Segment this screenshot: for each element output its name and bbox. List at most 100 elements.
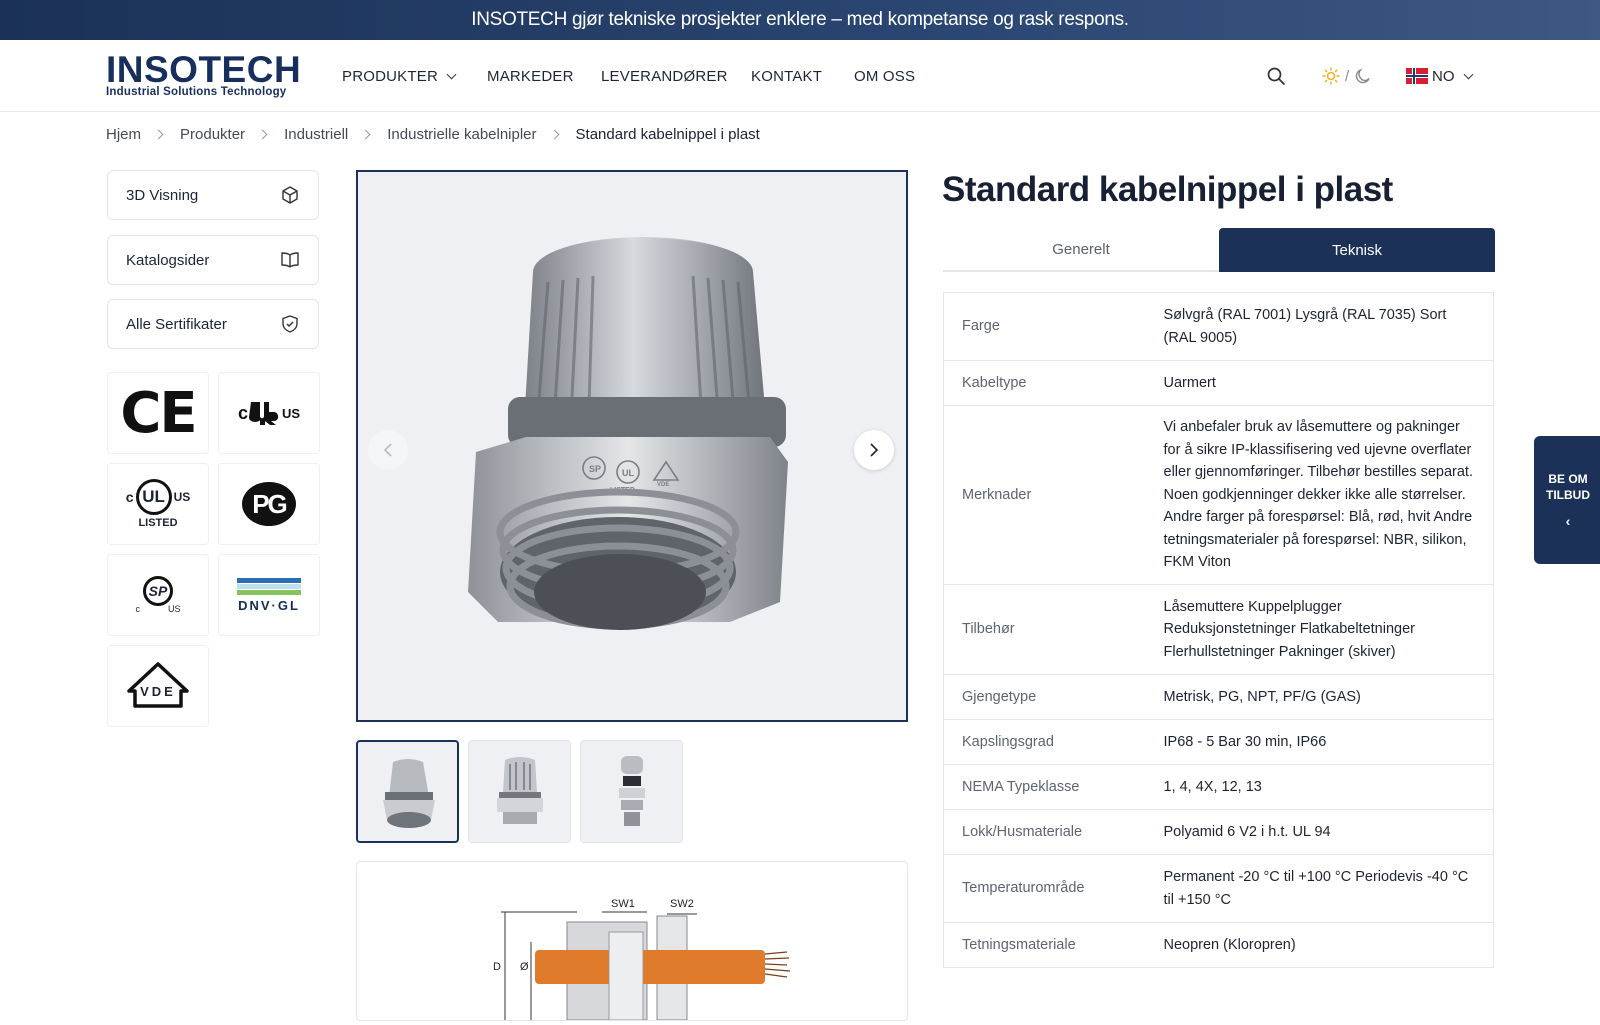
spec-value: Vi anbefaler bruk av låsemuttere og pakn… xyxy=(1163,405,1494,585)
spec-row-seal-material: Tetningsmateriale Neopren (Kloropren) xyxy=(943,922,1494,968)
spec-row-thread-type: Gjengetype Metrisk, PG, NPT, PF/G (GAS) xyxy=(943,674,1494,720)
nav-markets-label: MARKEDER xyxy=(487,67,574,85)
book-icon xyxy=(281,252,299,268)
quote-label-line2: TILBUD xyxy=(1546,488,1590,502)
logo-wordmark: INSOTECH xyxy=(106,49,302,90)
spec-value: Sølvgrå (RAL 7001) Lysgrå (RAL 7035) Sor… xyxy=(1163,292,1494,361)
ur-c-text: c xyxy=(237,402,248,423)
tab-general-label: Generelt xyxy=(1052,240,1110,258)
product-title: Standard kabelnippel i plast xyxy=(942,170,1393,209)
tab-general[interactable]: Generelt xyxy=(943,228,1219,272)
spec-value: 1, 4, 4X, 12, 13 xyxy=(1163,764,1494,810)
spec-row-cable-type: Kabeltype Uarmert xyxy=(943,360,1494,406)
view-3d-label: 3D Visning xyxy=(126,186,199,204)
spec-row-housing-material: Lokk/Husmateriale Polyamid 6 V2 i h.t. UL… xyxy=(943,809,1494,855)
breadcrumb-home[interactable]: Hjem xyxy=(106,126,141,143)
announcement-bar: INSOTECH gjør tekniske prosjekter enkler… xyxy=(0,0,1600,40)
ul-listed-logo: c UL US LISTED xyxy=(107,463,209,545)
dnv-stripe-light xyxy=(237,583,301,589)
spec-key: NEMA Typeklasse xyxy=(943,764,1164,810)
prev-image-button[interactable] xyxy=(368,430,408,470)
vde-logo: VDE xyxy=(107,645,209,727)
all-certificates-button[interactable]: Alle Sertifikater xyxy=(107,299,319,349)
cable-gland-thumbnail-angled xyxy=(382,758,435,828)
quote-label-line1: BE OM xyxy=(1548,472,1588,486)
nav-about[interactable]: OM OSS xyxy=(854,40,915,112)
spec-row-color: Farge Sølvgrå (RAL 7001) Lysgrå (RAL 7035… xyxy=(943,292,1494,361)
cable-gland-thumbnail-exploded xyxy=(618,755,645,826)
spec-row-remarks: Merknader Vi anbefaler bruk av låsemutter… xyxy=(943,405,1494,585)
ce-mark-logo: CE xyxy=(107,372,209,454)
tab-technical[interactable]: Teknisk xyxy=(1219,228,1495,272)
all-certificates-label: Alle Sertifikater xyxy=(126,315,227,333)
spec-value: Neopren (Kloropren) xyxy=(1163,922,1494,968)
nav-markets[interactable]: MARKEDER xyxy=(487,40,574,112)
site-header: INSOTECH Industrial Solutions Technology… xyxy=(0,40,1600,112)
drawing-label-sw2: SW2 xyxy=(670,898,694,910)
thumbnail-1[interactable] xyxy=(356,740,459,843)
thumbnail-3[interactable] xyxy=(580,740,683,843)
spec-row-ip-rating: Kapslingsgrad IP68 - 5 Bar 30 min, IP66 xyxy=(943,719,1494,765)
request-quote-button[interactable]: BE OM TILBUD ‹ xyxy=(1534,436,1600,564)
breadcrumb-cable-glands[interactable]: Industrielle kabelnipler xyxy=(387,126,536,143)
site-logo[interactable]: INSOTECH Industrial Solutions Technology xyxy=(106,49,306,104)
cable-gland-thumbnail-side xyxy=(496,756,543,824)
spec-key: Tilbehør xyxy=(943,584,1164,675)
spec-row-nema: NEMA Typeklasse 1, 4, 4X, 12, 13 xyxy=(943,764,1494,810)
nav-products[interactable]: PRODUKTER xyxy=(342,40,457,112)
spec-value: Polyamid 6 V2 i h.t. UL 94 xyxy=(1163,809,1494,855)
image-vde-stamp: VDE xyxy=(657,482,669,488)
csa-logo: SP c US xyxy=(107,554,209,636)
dnv-gl-logo: DNV·GL xyxy=(218,554,320,636)
language-code: NO xyxy=(1432,67,1455,85)
spec-row-accessories: Tilbehør Låsemuttere Kuppelplugger Reduks… xyxy=(943,584,1494,675)
next-image-button[interactable] xyxy=(854,430,894,470)
product-main-image[interactable]: SP UL LISTED VDE xyxy=(356,170,908,722)
image-csa-stamp: SP xyxy=(589,464,601,474)
chevron-right-icon xyxy=(257,129,268,139)
csa-us-text: US xyxy=(167,604,181,614)
spec-value: Uarmert xyxy=(1163,360,1494,406)
breadcrumb-products[interactable]: Produkter xyxy=(180,126,245,143)
specifications-table: Farge Sølvgrå (RAL 7001) Lysgrå (RAL 7035… xyxy=(943,292,1494,968)
nav-suppliers[interactable]: LEVERANDØRER xyxy=(601,40,728,112)
ul-listed-text: LISTED xyxy=(138,517,178,529)
image-ul-stamp: UL xyxy=(622,468,634,478)
ur-mark-icon xyxy=(248,402,279,425)
spec-value: Låsemuttere Kuppelplugger Reduksjonstetn… xyxy=(1163,584,1494,675)
chevron-left-icon xyxy=(383,443,392,457)
catalog-pages-label: Katalogsider xyxy=(126,251,210,269)
csa-c-text: c xyxy=(135,604,140,614)
dnv-stripe-green xyxy=(237,589,301,595)
shield-check-icon xyxy=(282,315,298,333)
dimension-drawing: SW1 SW2 D Ø xyxy=(493,898,791,1021)
sun-icon xyxy=(1322,67,1340,85)
breadcrumb-industrial[interactable]: Industriell xyxy=(284,126,348,143)
ul-c-text: c xyxy=(125,489,134,505)
ul-us-text: US xyxy=(173,490,191,504)
csa-mark: SP xyxy=(143,576,173,606)
theme-toggle[interactable]: / xyxy=(1322,40,1371,112)
pg-mark-text: PG xyxy=(242,482,296,526)
drawing-label-diameter: Ø xyxy=(520,961,529,973)
search-button[interactable] xyxy=(1266,40,1286,112)
chevron-right-icon xyxy=(153,129,164,139)
chevron-right-icon xyxy=(360,129,371,139)
spec-value: IP68 - 5 Bar 30 min, IP66 xyxy=(1163,719,1494,765)
ce-mark-text: CE xyxy=(120,380,197,446)
chevron-right-icon xyxy=(549,129,559,139)
theme-separator: / xyxy=(1345,67,1350,85)
breadcrumb-current: Standard kabelnippel i plast xyxy=(575,125,760,143)
nav-contact[interactable]: KONTAKT xyxy=(751,40,822,112)
spec-value: Metrisk, PG, NPT, PF/G (GAS) xyxy=(1163,674,1494,720)
drawing-label-sw1: SW1 xyxy=(611,898,635,910)
view-3d-button[interactable]: 3D Visning xyxy=(107,170,319,220)
spec-key: Lokk/Husmateriale xyxy=(943,809,1164,855)
thumbnail-2[interactable] xyxy=(468,740,571,843)
spec-key: Farge xyxy=(943,292,1164,361)
spec-key: Tetningsmateriale xyxy=(943,922,1164,968)
language-selector[interactable]: NO xyxy=(1406,40,1473,112)
tab-technical-label: Teknisk xyxy=(1331,241,1383,259)
catalog-pages-button[interactable]: Katalogsider xyxy=(107,235,319,285)
spec-value: Permanent -20 °C til +100 °C Periodevis … xyxy=(1163,854,1494,923)
